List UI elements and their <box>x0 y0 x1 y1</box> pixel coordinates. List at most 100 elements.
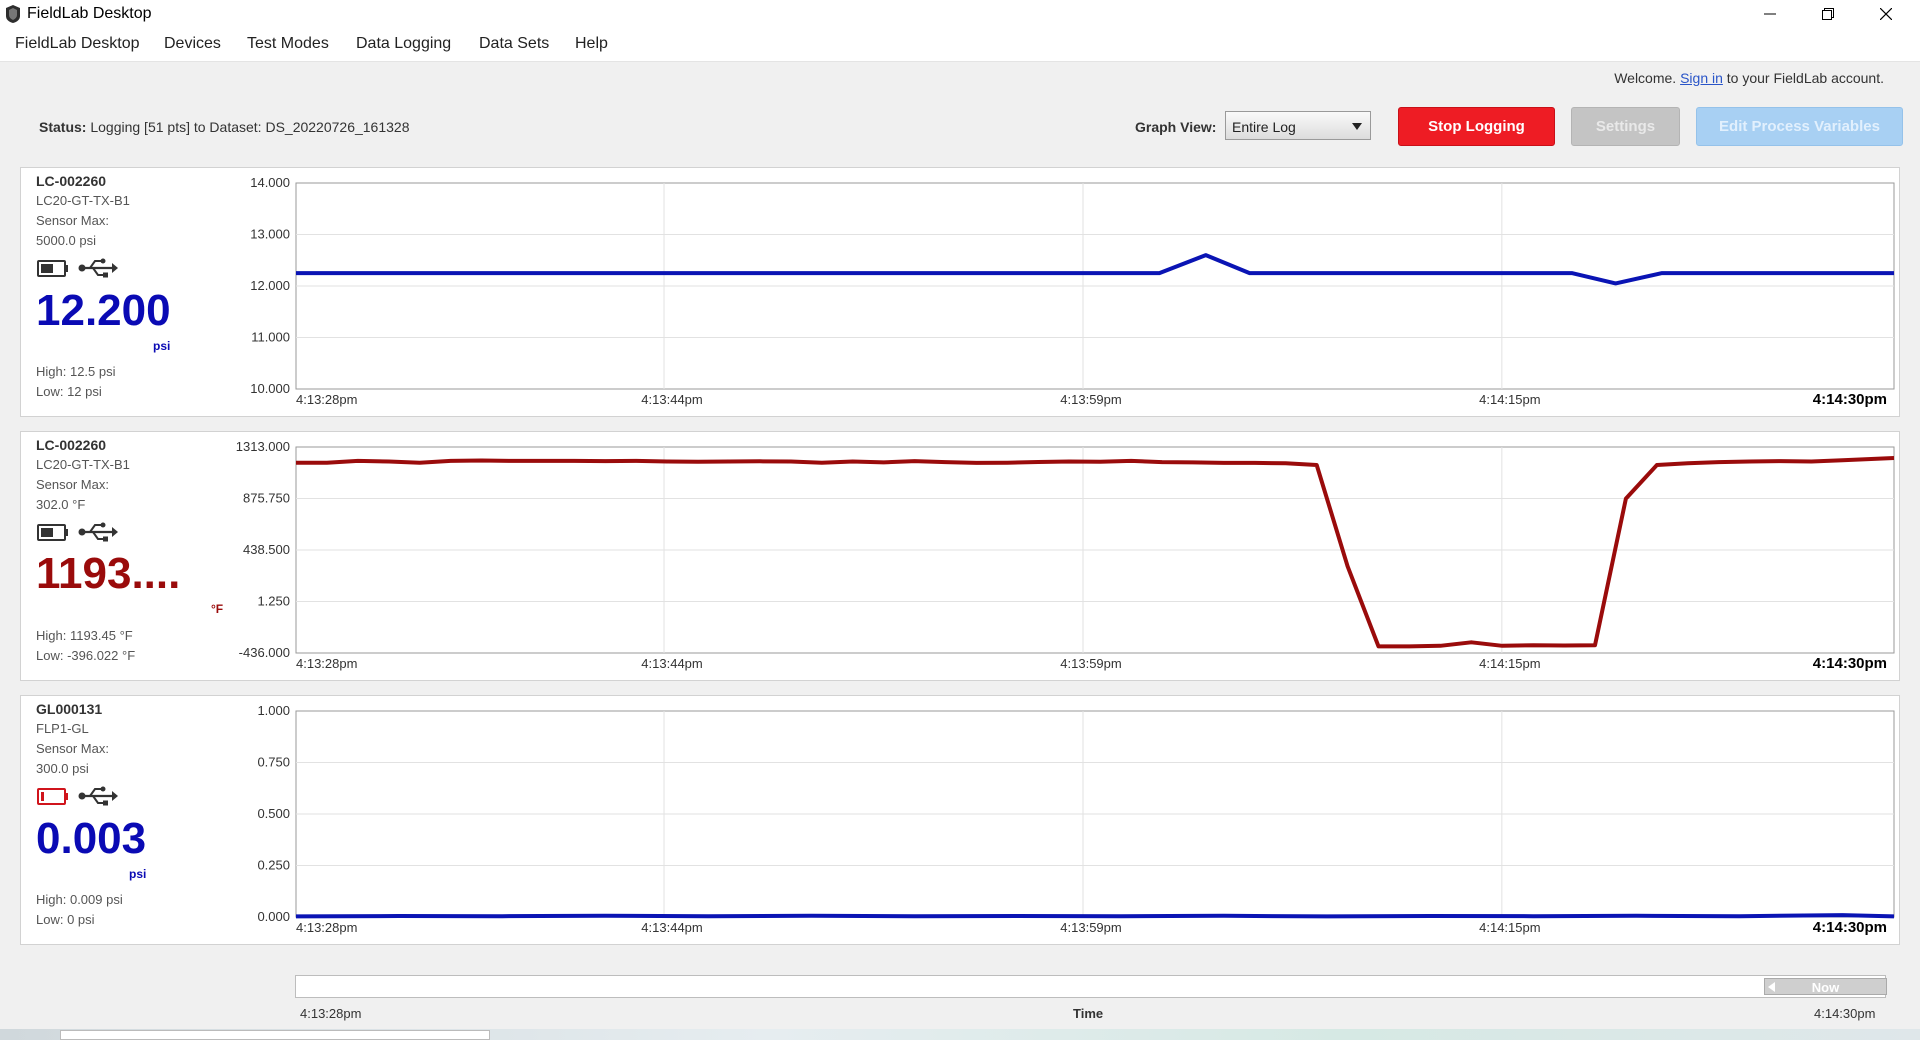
menu-test-modes[interactable]: Test Modes <box>247 35 329 53</box>
y-tick-label: 0.750 <box>257 755 290 770</box>
menu-fieldlab-desktop[interactable]: FieldLab Desktop <box>15 35 140 53</box>
sensor-max-value: 5000.0 psi <box>36 233 96 248</box>
battery-icon <box>37 260 68 277</box>
time-range-start: 4:13:28pm <box>300 1006 362 1021</box>
close-button[interactable] <box>1857 0 1915 28</box>
x-tick-label: 4:13:44pm <box>641 656 702 671</box>
sensor-max-label: Sensor Max: <box>36 741 109 756</box>
y-tick-label: 875.750 <box>243 491 290 506</box>
x-tick-label: 4:14:30pm <box>1813 391 1887 408</box>
sensor-max-label: Sensor Max: <box>36 477 109 492</box>
device-id: LC-002260 <box>36 437 107 453</box>
logging-status: Status: Logging [51 pts] to Dataset: DS_… <box>39 119 410 135</box>
minimize-button[interactable] <box>1741 0 1799 28</box>
current-reading: 12.200 <box>36 286 171 335</box>
low-value: Low: 0 psi <box>36 912 95 927</box>
y-tick-label: 12.000 <box>250 278 290 293</box>
x-tick-label: 4:14:15pm <box>1479 920 1540 935</box>
menu-data-logging[interactable]: Data Logging <box>356 35 451 53</box>
series-line <box>295 913 1895 919</box>
graph-view-value: Entire Log <box>1232 119 1296 135</box>
low-value: Low: 12 psi <box>36 384 102 399</box>
usb-icon <box>78 258 118 278</box>
stop-logging-button[interactable]: Stop Logging <box>1398 107 1555 146</box>
high-value: High: 1193.45 °F <box>36 628 133 643</box>
close-icon <box>1880 8 1892 20</box>
time-range-end: 4:14:30pm <box>1814 1006 1876 1021</box>
reading-unit: psi <box>129 867 147 881</box>
now-label: Now <box>1811 980 1840 995</box>
x-tick-label: 4:13:59pm <box>1060 656 1121 671</box>
device-model: LC20-GT-TX-B1 <box>36 457 130 472</box>
y-tick-label: 1313.000 <box>236 439 290 454</box>
y-tick-label: 13.000 <box>250 227 290 242</box>
minimize-icon <box>1764 13 1776 15</box>
title-bar: FieldLab Desktop <box>0 0 1920 28</box>
y-tick-label: 0.250 <box>257 858 290 873</box>
settings-button[interactable]: Settings <box>1571 107 1680 146</box>
reading-unit: psi <box>153 339 171 353</box>
sensor-max-label: Sensor Max: <box>36 213 109 228</box>
x-tick-label: 4:13:59pm <box>1060 392 1121 407</box>
x-tick-label: 4:13:28pm <box>296 920 357 935</box>
y-tick-label: 1.250 <box>257 594 290 609</box>
chart-3: 1.000 0.750 0.500 0.250 0.000 4:13:28pm 4:13:4… <box>257 703 1895 936</box>
x-tick-label: 4:14:15pm <box>1479 392 1540 407</box>
welcome-text: Welcome. <box>1614 70 1677 86</box>
chart-1: 14.000 13.000 12.000 11.000 10.000 4:13:28pm 4… <box>250 175 1895 408</box>
y-tick-label: 0.500 <box>257 806 290 821</box>
menu-bar: FieldLab Desktop Devices Test Modes Data… <box>0 28 1920 62</box>
y-tick-label: 1.000 <box>257 703 290 718</box>
x-tick-label: 4:14:30pm <box>1813 655 1887 672</box>
welcome-suffix: to your FieldLab account. <box>1726 70 1884 86</box>
chevron-down-icon <box>1352 123 1362 130</box>
y-tick-label: 11.000 <box>251 330 290 345</box>
time-scrollbar[interactable]: Now <box>295 975 1887 998</box>
menu-devices[interactable]: Devices <box>164 35 221 53</box>
y-tick-label: 14.000 <box>250 175 290 190</box>
x-tick-label: 4:14:30pm <box>1813 919 1887 936</box>
device-id: LC-002260 <box>36 173 107 189</box>
chart-2: 1313.000 875.750 438.500 1.250 -436.000 4:13:… <box>236 439 1895 672</box>
sign-in-link[interactable]: Sign in <box>1680 70 1723 86</box>
window-title: FieldLab Desktop <box>27 5 152 22</box>
current-reading: 1193.... <box>36 549 181 598</box>
x-tick-label: 4:13:44pm <box>641 392 702 407</box>
x-tick-label: 4:13:28pm <box>296 656 357 671</box>
sensor-panel-2: 1313.000 875.750 438.500 1.250 -436.000 4:13:… <box>20 431 1900 681</box>
x-tick-label: 4:13:44pm <box>641 920 702 935</box>
usb-icon <box>78 522 118 542</box>
y-tick-label: 10.000 <box>250 381 290 396</box>
menu-data-sets[interactable]: Data Sets <box>479 35 549 53</box>
device-model: FLP1-GL <box>36 721 89 736</box>
now-button[interactable]: Now <box>1764 978 1887 995</box>
x-tick-label: 4:13:28pm <box>296 392 357 407</box>
device-model: LC20-GT-TX-B1 <box>36 193 130 208</box>
sensor-max-value: 302.0 °F <box>36 497 86 512</box>
y-tick-label: 0.000 <box>257 909 290 924</box>
sensor-max-value: 300.0 psi <box>36 761 89 776</box>
restore-icon <box>1822 8 1834 20</box>
battery-low-icon <box>37 788 68 805</box>
usb-icon <box>78 786 118 806</box>
sensor-panel-1: 14.000 13.000 12.000 11.000 10.000 4:13:28pm 4… <box>20 167 1900 417</box>
status-label: Status: <box>39 119 87 135</box>
battery-icon <box>37 524 68 541</box>
current-reading: 0.003 <box>36 814 147 863</box>
restore-button[interactable] <box>1799 0 1857 28</box>
low-value: Low: -396.022 °F <box>36 648 136 663</box>
app-logo-icon <box>6 5 20 23</box>
high-value: High: 0.009 psi <box>36 892 123 907</box>
y-tick-label: -436.000 <box>239 645 290 660</box>
sensor-panel-3: 1.000 0.750 0.500 0.250 0.000 4:13:28pm 4:13:4… <box>20 695 1900 945</box>
taskbar-window <box>60 1030 490 1040</box>
high-value: High: 12.5 psi <box>36 364 116 379</box>
reading-unit: °F <box>211 602 224 616</box>
edit-process-variables-button[interactable]: Edit Process Variables <box>1696 107 1903 146</box>
status-text: Logging [51 pts] to Dataset: DS_20220726… <box>90 119 410 135</box>
graph-view-label: Graph View: <box>1135 119 1217 135</box>
account-welcome: Welcome. Sign in to your FieldLab accoun… <box>1614 70 1884 86</box>
x-tick-label: 4:14:15pm <box>1479 656 1540 671</box>
graph-view-select[interactable]: Entire Log <box>1225 111 1371 140</box>
menu-help[interactable]: Help <box>575 35 608 53</box>
